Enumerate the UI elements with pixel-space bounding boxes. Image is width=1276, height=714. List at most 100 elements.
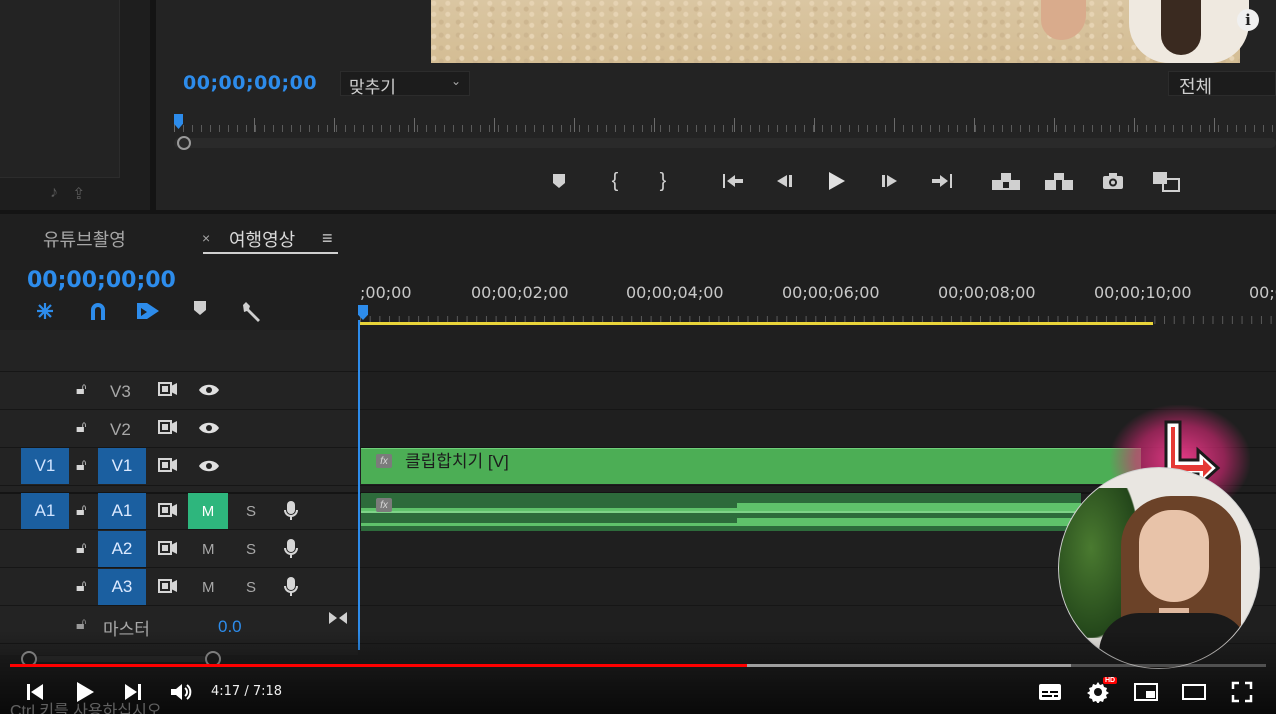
miniplayer-icon[interactable] [1133, 680, 1159, 704]
track-row-empty [0, 334, 1276, 372]
extract-icon[interactable] [1043, 168, 1075, 194]
next-button[interactable] [123, 680, 143, 704]
program-zoom-scrollbar[interactable] [174, 138, 1276, 148]
progress-played[interactable] [10, 664, 747, 667]
track-name-a1[interactable]: A1 [98, 493, 146, 529]
video-clip-label: 클립합치기 [V] [405, 452, 509, 471]
ruler-label-2: 00;00;04;00 [626, 283, 724, 302]
sync-lock-icon[interactable] [158, 578, 178, 599]
track-name-a2[interactable]: A2 [98, 531, 146, 567]
fx-badge: fx [376, 454, 392, 468]
volume-icon[interactable] [170, 680, 192, 704]
audio-waveform-right [361, 518, 1081, 526]
mute-button-a1[interactable]: M [188, 493, 228, 529]
audio-clip-icon[interactable]: ♪ [50, 184, 58, 204]
time-display: 4:17 / 7:18 [211, 684, 283, 699]
sync-lock-icon[interactable] [158, 457, 178, 478]
hd-badge: HD [1103, 677, 1118, 684]
mute-button-a3[interactable]: M [202, 579, 215, 596]
ruler-label-3: 00;00;06;00 [782, 283, 880, 302]
sync-lock-icon[interactable] [158, 502, 178, 523]
step-back-icon[interactable] [772, 168, 796, 194]
lock-icon[interactable]: 🔓︎ [76, 502, 86, 520]
ruler-label-6: 00;0 [1249, 283, 1276, 302]
work-area-bar[interactable] [360, 322, 1153, 325]
solo-button-a1[interactable]: S [246, 503, 256, 520]
project-panel: ♪ ⇪ [0, 0, 150, 210]
add-marker-icon[interactable] [548, 168, 570, 194]
track-row-v2 [0, 410, 1276, 448]
sync-lock-icon[interactable] [158, 419, 178, 440]
eye-icon[interactable] [198, 459, 220, 478]
lock-icon[interactable]: 🔓︎ [76, 419, 86, 437]
tab-close-icon[interactable]: × [202, 230, 210, 246]
resolution-dropdown[interactable]: 전체 [1168, 71, 1276, 97]
subtitles-icon[interactable] [1038, 680, 1062, 704]
fit-dropdown[interactable]: 맞추기 ⌄ [340, 71, 470, 97]
mark-out-icon[interactable]: } [654, 168, 672, 194]
sync-lock-icon[interactable] [158, 381, 178, 402]
chevron-down-icon: ⌄ [450, 74, 461, 88]
eye-icon[interactable] [198, 421, 220, 440]
linked-selection-icon[interactable] [136, 300, 160, 327]
eye-icon[interactable] [198, 383, 220, 402]
compare-view-icon[interactable] [1150, 168, 1182, 194]
timeline-timecode[interactable]: 00;00;00;00 [27, 268, 176, 293]
play-icon[interactable] [824, 168, 848, 194]
sync-lock-icon[interactable] [158, 540, 178, 561]
export-frame-icon[interactable] [1101, 168, 1125, 194]
go-to-in-icon[interactable] [720, 168, 746, 194]
add-marker-icon[interactable] [193, 300, 207, 321]
tab-travel-video[interactable]: 여행영상 [229, 226, 295, 252]
program-video-frame [431, 0, 1249, 63]
export-icon[interactable]: ⇪ [72, 184, 85, 204]
audio-clip-divider [361, 511, 1081, 513]
go-to-edit-icon[interactable] [328, 610, 348, 631]
lock-icon[interactable]: 🔓︎ [76, 381, 86, 399]
program-zoom-handle[interactable] [177, 136, 191, 150]
ruler-label-5: 00;00;10;00 [1094, 283, 1192, 302]
lock-icon[interactable]: 🔓︎ [76, 540, 86, 558]
microphone-icon[interactable] [284, 576, 298, 603]
mute-button-a2[interactable]: M [202, 541, 215, 558]
previous-button[interactable] [25, 680, 45, 704]
source-patch-v1[interactable]: V1 [21, 448, 69, 484]
tab-menu-icon[interactable]: ≡ [322, 228, 333, 249]
ruler-label-1: 00;00;02;00 [471, 283, 569, 302]
step-forward-icon[interactable] [878, 168, 902, 194]
mark-in-icon[interactable]: { [606, 168, 624, 194]
nest-icon[interactable] [34, 300, 56, 327]
settings-wrench-icon[interactable] [240, 300, 264, 329]
fullscreen-icon[interactable] [1231, 680, 1253, 704]
tab-youtube-shoot[interactable]: 유튜브촬영 [43, 226, 126, 252]
timeline-playhead-line[interactable] [358, 320, 360, 650]
program-timecode[interactable]: 00;00;00;00 [183, 72, 317, 94]
solo-button-a2[interactable]: S [246, 541, 256, 558]
info-icon[interactable]: i [1237, 9, 1259, 31]
track-name-v2[interactable]: V2 [110, 420, 131, 440]
track-name-v1[interactable]: V1 [98, 448, 146, 484]
source-patch-a1[interactable]: A1 [21, 493, 69, 529]
solo-button-a3[interactable]: S [246, 579, 256, 596]
audio-clip[interactable] [361, 493, 1081, 531]
project-panel-icons: ♪ ⇪ [50, 184, 85, 204]
lift-icon[interactable] [990, 168, 1022, 194]
active-tab-indicator [203, 252, 338, 254]
lock-icon[interactable]: 🔓︎ [76, 457, 86, 475]
go-to-out-icon[interactable] [929, 168, 955, 194]
microphone-icon[interactable] [284, 538, 298, 565]
video-subject [1041, 0, 1276, 63]
track-name-a3[interactable]: A3 [98, 569, 146, 605]
microphone-icon[interactable] [284, 500, 298, 527]
theater-mode-icon[interactable] [1181, 680, 1207, 704]
lock-icon[interactable]: 🔓︎ [76, 578, 86, 596]
fit-dropdown-value: 맞추기 [349, 78, 396, 97]
ruler-label-0: ;00;00 [360, 283, 412, 302]
play-button[interactable] [75, 680, 95, 704]
ruler-label-4: 00;00;08;00 [938, 283, 1036, 302]
fx-badge: fx [376, 498, 392, 512]
snap-icon[interactable] [87, 300, 109, 327]
project-panel-content [0, 0, 120, 178]
track-name-v3[interactable]: V3 [110, 382, 131, 402]
track-row-v3 [0, 372, 1276, 410]
